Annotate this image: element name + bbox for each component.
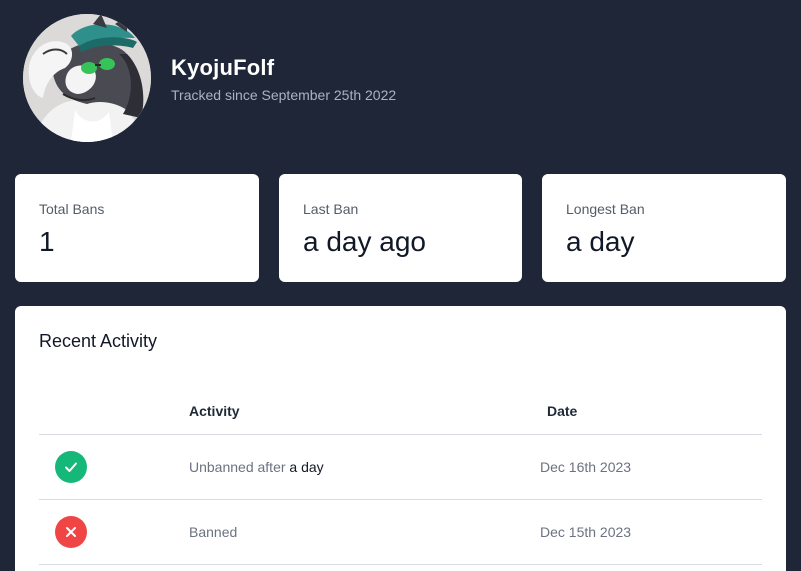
check-icon bbox=[55, 451, 87, 483]
page: KyojuFolf Tracked since September 25th 2… bbox=[0, 0, 801, 571]
x-icon bbox=[55, 516, 87, 548]
stat-label: Total Bans bbox=[39, 201, 105, 217]
date-cell: Dec 16th 2023 bbox=[540, 459, 632, 475]
stats-row: Total Bans 1 Last Ban a day ago Longest … bbox=[15, 174, 786, 282]
stat-card-longest-ban: Longest Ban a day bbox=[542, 174, 786, 282]
stat-card-last-ban: Last Ban a day ago bbox=[279, 174, 522, 282]
activity-text: Unbanned after bbox=[189, 459, 286, 475]
column-header-activity: Activity bbox=[189, 403, 240, 419]
profile-info: KyojuFolf Tracked since September 25th 2… bbox=[171, 55, 396, 103]
table-row: Unbanned after a day Dec 16th 2023 bbox=[39, 435, 762, 499]
row-divider bbox=[39, 564, 762, 565]
date-cell: Dec 15th 2023 bbox=[540, 524, 632, 540]
stat-value: a day bbox=[566, 226, 635, 257]
recent-activity-panel: Recent Activity Activity Date Unbanned a… bbox=[15, 306, 786, 571]
stat-label: Longest Ban bbox=[566, 201, 645, 217]
tracked-since: Tracked since September 25th 2022 bbox=[171, 87, 397, 103]
stat-value: a day ago bbox=[303, 226, 426, 257]
stat-label: Last Ban bbox=[303, 201, 359, 217]
profile-header: KyojuFolf Tracked since September 25th 2… bbox=[23, 14, 396, 142]
stat-value: 1 bbox=[39, 226, 55, 257]
table-row: Banned Dec 15th 2023 bbox=[39, 500, 762, 564]
stat-card-total-bans: Total Bans 1 bbox=[15, 174, 259, 282]
avatar bbox=[23, 14, 151, 142]
username: KyojuFolf bbox=[171, 55, 275, 80]
activity-duration: a day bbox=[289, 459, 324, 475]
activity-cell: Banned bbox=[189, 524, 237, 540]
panel-title: Recent Activity bbox=[39, 331, 158, 351]
activity-cell: Unbanned after a day bbox=[189, 459, 324, 475]
activity-text: Banned bbox=[189, 524, 238, 540]
column-header-date: Date bbox=[547, 403, 578, 419]
